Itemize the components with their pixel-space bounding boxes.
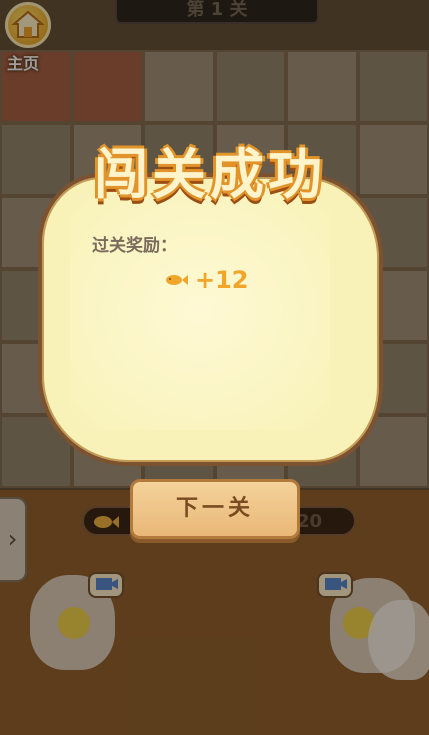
fish-icon bbox=[166, 275, 188, 285]
reward-amount: +12 bbox=[195, 266, 249, 294]
reward-label: 过关奖励： bbox=[92, 236, 177, 256]
reward-row: +12 bbox=[165, 265, 249, 295]
next-level-button[interactable]: 下一关 bbox=[130, 479, 300, 539]
dialog-title: 闯关成功 bbox=[94, 143, 326, 206]
dialog-glow bbox=[70, 190, 330, 430]
